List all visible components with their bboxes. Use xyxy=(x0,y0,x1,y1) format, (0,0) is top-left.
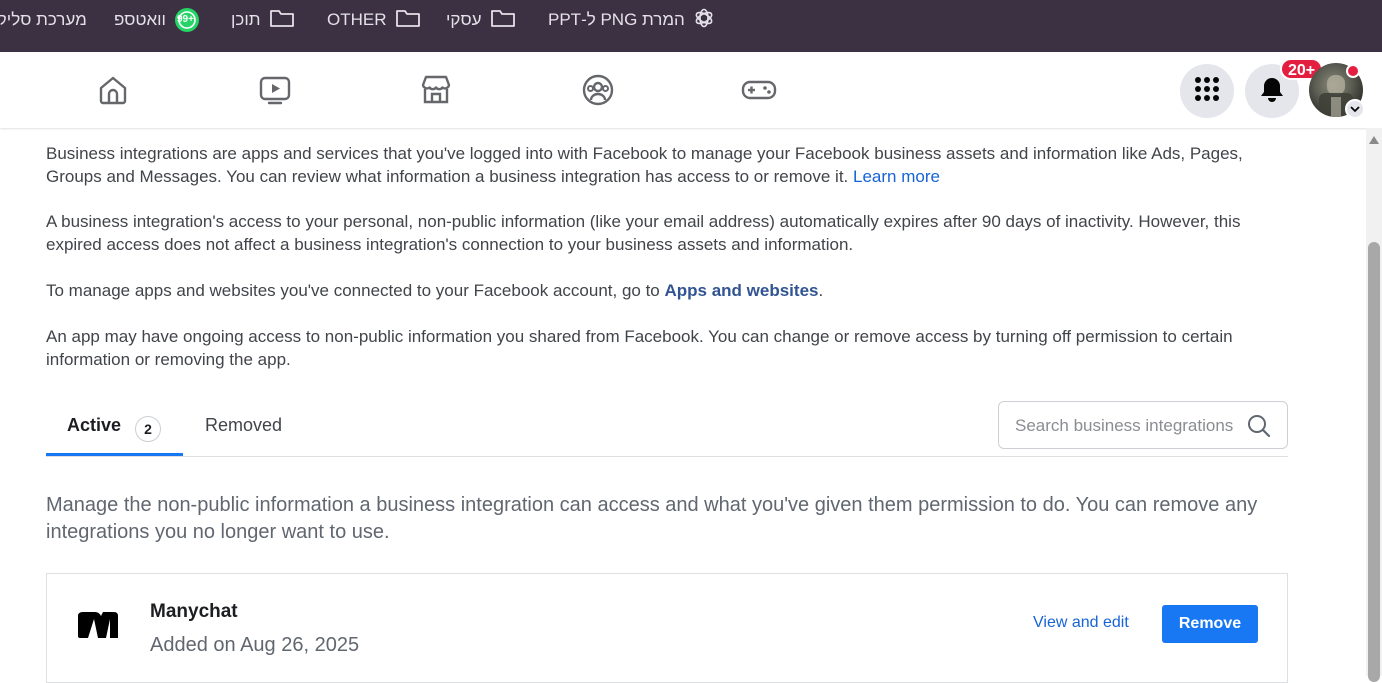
manage-description: Manage the non-public information a busi… xyxy=(46,494,1258,543)
bell-icon xyxy=(1258,75,1286,108)
search-box xyxy=(998,401,1288,449)
bookmark-label: עסקי xyxy=(446,10,482,29)
intro-text-1: Business integrations are apps and servi… xyxy=(46,144,1243,186)
bookmark-label: תוכן xyxy=(231,10,261,29)
status-dot xyxy=(1346,64,1360,78)
intro-text-3-end: . xyxy=(818,281,824,300)
bookmark-other-folder[interactable]: OTHER xyxy=(327,0,421,40)
search-icon[interactable] xyxy=(1247,414,1271,443)
learn-more-link[interactable]: Learn more xyxy=(853,167,940,186)
apps-and-websites-link[interactable]: Apps and websites xyxy=(665,281,819,300)
integration-name: Manychat xyxy=(150,601,238,622)
bookmark-label: OTHER xyxy=(327,10,387,29)
intro-paragraph-3: To manage apps and websites you've conne… xyxy=(46,279,1286,302)
tab-removed[interactable]: Removed xyxy=(205,415,282,436)
chevron-down-icon xyxy=(1350,100,1360,118)
view-and-edit-link[interactable]: View and edit xyxy=(1033,614,1129,632)
whatsapp-badge: 99+ xyxy=(176,14,194,25)
bookmark-png-to-ppt[interactable]: המרת PNG ל-PPT xyxy=(548,0,715,40)
folder-icon xyxy=(395,8,421,33)
intro-text-3: To manage apps and websites you've conne… xyxy=(46,281,660,300)
account-chevron[interactable] xyxy=(1345,99,1365,119)
intro-text-2: A business integration's access to your … xyxy=(46,212,1241,254)
bookmark-payment-system[interactable]: מערכת סליקה xyxy=(0,0,87,40)
grid-icon xyxy=(1194,76,1220,107)
groups-icon[interactable] xyxy=(580,72,616,108)
intro-text-4: An app may have ongoing access to non-pu… xyxy=(46,327,1233,369)
menu-grid-button[interactable] xyxy=(1180,64,1234,118)
bookmark-label: וואטספ xyxy=(114,10,166,29)
bookmark-content-folder[interactable]: תוכן xyxy=(231,0,295,40)
bookmark-label: מערכת סליקה xyxy=(0,10,87,29)
openai-icon xyxy=(693,7,715,34)
intro-paragraph-1: Business integrations are apps and servi… xyxy=(46,142,1286,188)
remove-button[interactable]: Remove xyxy=(1162,605,1258,643)
manychat-logo xyxy=(77,610,119,645)
bookmark-whatsapp[interactable]: 99+ וואטספ xyxy=(114,0,200,40)
search-input[interactable] xyxy=(1015,412,1237,440)
tab-active-label: Active xyxy=(67,415,122,435)
tab-active[interactable]: Active 2 xyxy=(46,402,183,456)
intro-paragraph-4: An app may have ongoing access to non-pu… xyxy=(46,325,1286,371)
intro-paragraph-2: A business integration's access to your … xyxy=(46,210,1286,256)
whatsapp-icon: 99+ xyxy=(174,7,200,33)
watch-icon[interactable] xyxy=(257,72,293,108)
bookmark-label: המרת PNG ל-PPT xyxy=(548,10,685,29)
scroll-up-arrow[interactable] xyxy=(1369,136,1379,144)
tabs-divider xyxy=(46,456,1288,457)
tab-active-count: 2 xyxy=(135,416,161,442)
folder-icon xyxy=(490,8,516,33)
facebook-header xyxy=(0,52,1382,128)
scrollbar-thumb[interactable] xyxy=(1368,242,1380,682)
folder-icon xyxy=(269,8,295,33)
home-icon[interactable] xyxy=(95,72,131,108)
bookmarks-bar: המרת PNG ל-PPT עסקי OTHER תוכן 99+ וואטס… xyxy=(0,0,1382,52)
gaming-icon[interactable] xyxy=(741,72,777,108)
bookmark-business-folder[interactable]: עסקי xyxy=(446,0,516,40)
integration-added-date: Added on Aug 26, 2025 xyxy=(150,634,360,656)
marketplace-icon[interactable] xyxy=(418,72,454,108)
integration-card: Manychat Added on Aug 26, 2025 View and … xyxy=(46,573,1288,683)
